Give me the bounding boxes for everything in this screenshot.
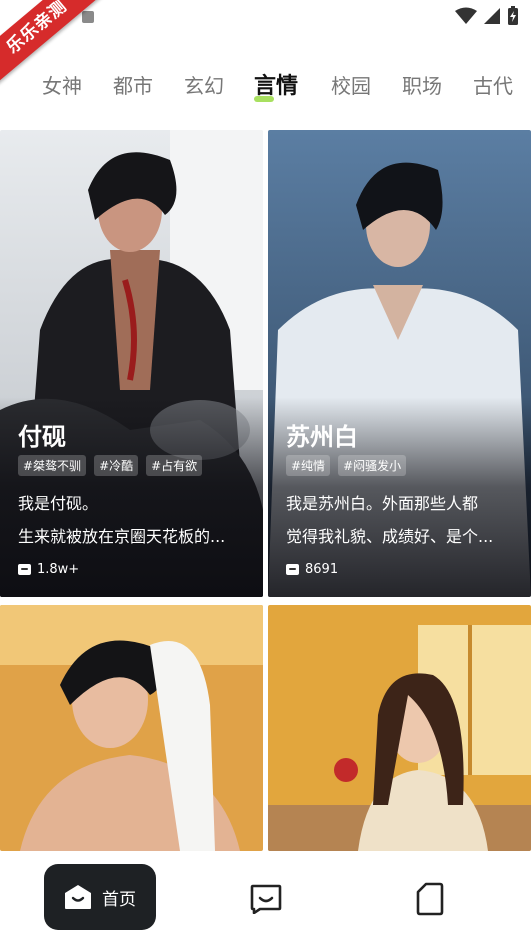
tag: #占有欲 <box>146 455 203 476</box>
tag: #桀骜不驯 <box>18 455 87 476</box>
character-card[interactable]: 苏州白 #纯情 #闷骚发小 我是苏州白。外面那些人都 觉得我礼貌、成绩好、是个.… <box>268 130 531 597</box>
nav-home-button[interactable]: 首页 <box>44 864 156 930</box>
wifi-icon <box>455 7 477 24</box>
character-tags: #桀骜不驯 #冷酷 #占有欲 <box>18 455 203 476</box>
status-bar: 乐乐亲测 <box>0 0 531 89</box>
character-intro-line2: 觉得我礼貌、成绩好、是个... <box>286 527 494 546</box>
tab-fantasy[interactable]: 玄幻 <box>184 70 224 99</box>
signal-icon <box>484 8 500 24</box>
battery-charging-icon <box>508 6 518 25</box>
profile-icon[interactable] <box>416 882 444 916</box>
character-image <box>268 605 531 851</box>
tab-workplace[interactable]: 职场 <box>402 70 442 99</box>
chat-count-value: 8691 <box>305 562 339 577</box>
bottom-navigation: 首页 <box>0 851 531 945</box>
tag: #纯情 <box>286 455 331 476</box>
character-card[interactable] <box>0 605 263 851</box>
tab-urban[interactable]: 都市 <box>113 70 153 99</box>
chat-count-icon <box>18 564 31 575</box>
chat-count-icon <box>286 564 299 575</box>
status-icons <box>455 6 519 26</box>
character-image <box>0 605 263 851</box>
category-tabs: 女神 都市 玄幻 言情 校园 职场 古代 <box>0 62 531 108</box>
character-card[interactable]: 付砚 #桀骜不驯 #冷酷 #占有欲 我是付砚。 生来就被放在京圈天花板的... … <box>0 130 263 597</box>
character-intro-line1: 我是付砚。 <box>18 494 99 513</box>
character-card[interactable] <box>268 605 531 851</box>
tag: #冷酷 <box>94 455 139 476</box>
chat-count-value: 1.8w+ <box>37 562 80 577</box>
chat-count: 1.8w+ <box>18 562 79 577</box>
character-tags: #纯情 #闷骚发小 <box>286 455 407 476</box>
notification-icon <box>82 11 94 23</box>
chat-count: 8691 <box>286 562 338 577</box>
character-name: 付砚 <box>18 423 66 451</box>
chat-icon[interactable] <box>250 884 282 914</box>
character-name: 苏州白 <box>286 423 358 451</box>
character-intro-line2: 生来就被放在京圈天花板的... <box>18 527 226 546</box>
character-intro-line1: 我是苏州白。外面那些人都 <box>286 494 479 513</box>
nav-home-label: 首页 <box>102 889 136 910</box>
active-tab-indicator <box>254 96 274 102</box>
tab-ancient[interactable]: 古代 <box>473 70 513 99</box>
home-icon <box>65 885 91 909</box>
tab-campus[interactable]: 校园 <box>331 70 371 99</box>
tag: #闷骚发小 <box>338 455 407 476</box>
tab-goddess[interactable]: 女神 <box>42 70 82 99</box>
